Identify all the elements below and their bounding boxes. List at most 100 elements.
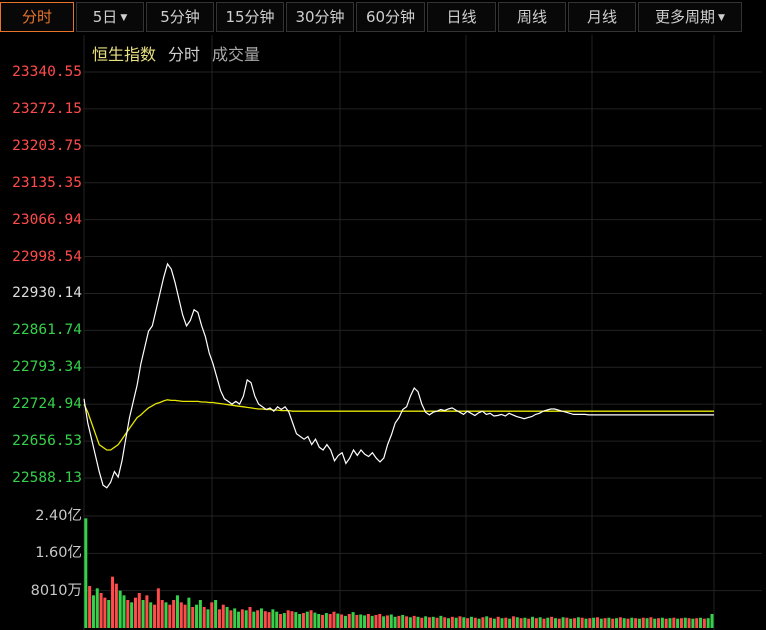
volume-bar (416, 616, 420, 628)
volume-tick-label: 8010万 (30, 582, 82, 599)
volume-tick-label: 2.40亿 (35, 508, 82, 524)
volume-bar (584, 618, 588, 628)
volume-bar (370, 615, 374, 628)
volume-bar (88, 586, 92, 628)
volume-bar (424, 616, 428, 628)
volume-bar (702, 618, 706, 628)
price-tick-label: 23340.55 (12, 64, 82, 80)
volume-bar (359, 614, 363, 628)
volume-bar (229, 610, 233, 628)
volume-bar (206, 609, 210, 628)
volume-bar (450, 616, 454, 628)
volume-bar (603, 618, 607, 628)
volume-bar (553, 618, 557, 628)
volume-bar (275, 611, 279, 628)
volume-bar (473, 617, 477, 628)
volume-bar (412, 615, 416, 628)
volume-bar (649, 617, 653, 628)
volume-bar (95, 588, 99, 628)
volume-bar (111, 576, 115, 628)
volume-bar (351, 612, 355, 628)
volume-bar (382, 616, 386, 628)
volume-bar (332, 611, 336, 628)
volume-bar (691, 618, 695, 628)
volume-bar (569, 618, 573, 628)
volume-bar (366, 614, 370, 628)
intraday-chart (83, 35, 762, 630)
volume-bar (504, 617, 508, 628)
price-line (83, 262, 714, 489)
volume-bar (164, 602, 168, 628)
volume-bar (156, 588, 160, 628)
volume-bar (401, 614, 405, 628)
volume-bar (683, 617, 687, 628)
volume-bar (706, 618, 710, 628)
volume-bar (305, 611, 309, 628)
volume-bar (282, 613, 286, 628)
volume-bar (481, 617, 485, 628)
volume-bar (492, 618, 496, 628)
volume-bar (557, 618, 561, 628)
volume-bar (118, 590, 122, 628)
volume-bar (660, 617, 664, 628)
volume-bar (298, 614, 302, 628)
volume-bar (435, 617, 439, 628)
volume-bar (393, 616, 397, 628)
volume-bar (378, 614, 382, 628)
volume-bar (225, 607, 229, 628)
volume-bar (477, 618, 481, 628)
volume-bar (458, 616, 462, 628)
volume-bar (668, 618, 672, 628)
volume-bar (687, 618, 691, 628)
volume-bar (699, 617, 703, 628)
volume-bar (107, 600, 111, 628)
average-price-line (83, 399, 714, 451)
volume-bar (466, 618, 470, 628)
volume-bar (447, 618, 451, 628)
volume-bar (313, 612, 317, 628)
volume-bar (599, 618, 603, 628)
volume-bar (145, 595, 149, 628)
volume-bar (653, 618, 657, 628)
volume-bar (195, 604, 199, 628)
volume-bar (114, 583, 118, 628)
volume-bar (317, 614, 321, 628)
volume-bar (645, 618, 649, 628)
volume-bar (183, 604, 187, 628)
volume-bar (607, 617, 611, 628)
volume-bar (263, 611, 267, 628)
volume-bar (580, 617, 584, 628)
volume-bar (588, 618, 592, 628)
price-tick-label: 22588.13 (12, 470, 82, 486)
volume-bar (550, 616, 554, 628)
volume-bar (496, 616, 500, 628)
volume-bar (84, 518, 88, 628)
volume-bar (99, 593, 103, 628)
volume-bar (290, 611, 294, 628)
volume-bar (191, 607, 195, 628)
volume-bar (523, 617, 527, 628)
volume-bar (160, 600, 164, 628)
volume-bar (172, 600, 176, 628)
volume-bar (485, 616, 489, 628)
volume-bar (710, 614, 714, 628)
volume-bar (626, 618, 630, 628)
volume-bar (611, 618, 615, 628)
volume-bar (469, 616, 473, 628)
volume-bar (217, 609, 221, 628)
volume-bar (637, 618, 641, 628)
volume-bar (431, 616, 435, 628)
volume-bar (664, 618, 668, 628)
volume-bar (321, 614, 325, 628)
price-tick-label: 22724.94 (12, 396, 82, 413)
volume-bar (595, 617, 599, 628)
volume-bar (515, 617, 519, 628)
volume-bar (389, 614, 393, 628)
volume-bar (252, 611, 256, 628)
volume-bar (210, 602, 214, 628)
volume-bar (511, 616, 515, 628)
volume-bar (301, 613, 305, 628)
volume-bar (271, 609, 275, 628)
volume-bar (408, 617, 412, 628)
volume-bar (695, 618, 699, 628)
